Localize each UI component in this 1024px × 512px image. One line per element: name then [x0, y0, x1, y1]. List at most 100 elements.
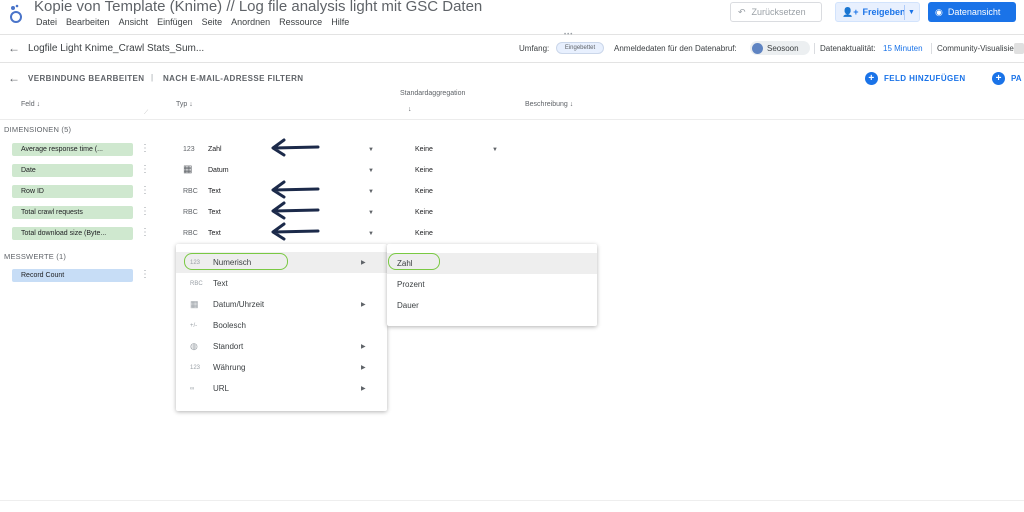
chevron-right-icon: ▶: [361, 365, 366, 371]
column-header-aggregation[interactable]: Standardaggregation: [400, 90, 465, 97]
dropdown-arrow-icon[interactable]: ▼: [368, 168, 374, 174]
share-button[interactable]: 👤+ Freigeben ▼: [835, 2, 920, 22]
scope-value: Eingebettet: [564, 45, 596, 51]
back-arrow-icon[interactable]: ←: [8, 71, 20, 85]
menu-resource[interactable]: Ressource: [279, 17, 322, 27]
type-select[interactable]: Text: [208, 209, 221, 216]
type-select[interactable]: Zahl: [208, 146, 222, 153]
aggregation-select[interactable]: Keine: [415, 167, 433, 174]
menu-arrange[interactable]: Anordnen: [231, 17, 270, 27]
sort-arrow-icon[interactable]: ↓: [408, 106, 412, 113]
menu-item-label: Währung: [213, 363, 246, 372]
highlight-oval: [388, 253, 440, 270]
add-parameter-button[interactable]: + PA: [992, 72, 1022, 85]
scope-label: Umfang:: [519, 44, 550, 53]
column-header-field[interactable]: Feld ↓: [21, 101, 40, 108]
eye-icon: ◉: [935, 6, 943, 17]
menu-insert[interactable]: Einfügen: [157, 17, 193, 27]
document-title[interactable]: Kopie von Template (Knime) // Log file a…: [34, 0, 482, 15]
column-label: Beschreibung: [525, 101, 568, 108]
email-filter-button[interactable]: NACH E-MAIL-ADRESSE FILTERN: [163, 74, 303, 83]
submenu-item-percent[interactable]: Prozent: [387, 274, 597, 295]
aggregation-select[interactable]: Keine: [415, 188, 433, 195]
column-label: Standardaggregation: [400, 90, 466, 97]
undo-icon: ↶: [738, 6, 746, 17]
sort-arrow-icon: ↓: [569, 101, 574, 108]
data-source-name[interactable]: Logfile Light Knime_Crawl Stats_Sum...: [28, 43, 204, 54]
sort-arrow-icon: ↓: [189, 101, 193, 108]
menu-edit[interactable]: Bearbeiten: [66, 17, 110, 27]
more-vert-icon[interactable]: ⋮: [140, 228, 150, 238]
type-select[interactable]: Text: [208, 230, 221, 237]
menu-item-label: Standort: [213, 342, 244, 351]
reset-button[interactable]: ↶ Zurücksetzen: [730, 2, 822, 22]
dimension-chip[interactable]: Average response time (...: [12, 143, 133, 156]
annotation-arrow-icon: [271, 138, 320, 157]
menu-view[interactable]: Ansicht: [119, 17, 149, 27]
aggregation-select[interactable]: Keine: [415, 209, 433, 216]
menu-item-location[interactable]: ◍ Standort ▶: [176, 336, 387, 357]
more-vert-icon[interactable]: ⋮: [140, 270, 150, 280]
separator: |: [151, 73, 154, 82]
menu-item-label: Datum/Uhrzeit: [213, 300, 265, 309]
column-header-description[interactable]: Beschreibung ↓: [525, 101, 573, 108]
dimension-chip[interactable]: Total download size (Byte...: [12, 227, 133, 240]
dropdown-arrow-icon[interactable]: ▼: [368, 189, 374, 195]
dropdown-arrow-icon[interactable]: ▼: [368, 147, 374, 153]
back-arrow-icon[interactable]: ←: [8, 41, 20, 55]
looker-studio-logo-icon[interactable]: [8, 4, 24, 24]
menu-item-url[interactable]: ∞ URL ▶: [176, 378, 387, 399]
more-vert-icon[interactable]: ⋮: [140, 144, 150, 154]
menu-page[interactable]: Seite: [202, 17, 223, 27]
metric-chip[interactable]: Record Count: [12, 269, 133, 282]
dropdown-arrow-icon[interactable]: ▼: [368, 231, 374, 237]
scope-chip[interactable]: Eingebettet: [556, 42, 604, 54]
add-field-button[interactable]: + FELD HINZUFÜGEN: [865, 72, 966, 85]
add-person-icon: 👤+: [842, 6, 859, 17]
chevron-right-icon: ▶: [361, 302, 366, 308]
view-data-button[interactable]: ◉ Datenansicht: [928, 2, 1016, 22]
collapse-handle-icon[interactable]: •••: [564, 32, 573, 38]
edit-connection-button[interactable]: VERBINDUNG BEARBEITEN: [28, 74, 144, 83]
share-dropdown-icon[interactable]: ▼: [908, 9, 915, 16]
currency-icon: 123: [190, 364, 201, 371]
menu-file[interactable]: Datei: [36, 17, 57, 27]
credentials-chip[interactable]: Seosoon: [750, 41, 810, 55]
menu-item-boolean[interactable]: +/- Boolesch: [176, 315, 387, 336]
aggregation-select[interactable]: Keine: [415, 146, 433, 153]
submenu-item-duration[interactable]: Dauer: [387, 295, 597, 316]
view-label: Datenansicht: [947, 7, 1001, 17]
aggregation-select[interactable]: Keine: [415, 230, 433, 237]
annotation-arrow-icon: [271, 201, 320, 220]
menu-item-label: Text: [213, 279, 228, 288]
dimension-chip[interactable]: Row ID: [12, 185, 133, 198]
dropdown-arrow-icon[interactable]: ▼: [492, 147, 498, 153]
share-divider: [904, 5, 905, 20]
menu-item-label: Boolesch: [213, 321, 246, 330]
sort-arrow-icon: ↓: [36, 101, 41, 108]
more-vert-icon[interactable]: ⋮: [140, 186, 150, 196]
type-select[interactable]: Text: [208, 188, 221, 195]
type-select[interactable]: Datum: [208, 167, 229, 174]
plus-icon: +: [992, 72, 1005, 85]
column-header-type[interactable]: Typ ↓: [176, 101, 193, 108]
community-toggle[interactable]: [1014, 43, 1024, 54]
more-vert-icon[interactable]: ⋮: [140, 207, 150, 217]
dimension-chip[interactable]: Date: [12, 164, 133, 177]
dimension-chip[interactable]: Total crawl requests: [12, 206, 133, 219]
text-type-icon: RBC: [190, 280, 203, 287]
column-label: Feld: [21, 101, 35, 108]
dimensions-section-label: DIMENSIONEN (5): [4, 125, 72, 134]
menu-item-currency[interactable]: 123 Währung ▶: [176, 357, 387, 378]
freshness-link[interactable]: 15 Minuten: [883, 44, 923, 53]
divider: [0, 34, 1024, 35]
dropdown-arrow-icon[interactable]: ▼: [368, 210, 374, 216]
menu-item-text[interactable]: RBC Text: [176, 273, 387, 294]
resize-handle-icon[interactable]: ⟋: [144, 110, 148, 117]
menu-help[interactable]: Hilfe: [331, 17, 349, 27]
more-vert-icon[interactable]: ⋮: [140, 165, 150, 175]
calendar-icon: ▦: [183, 164, 193, 175]
menu-item-datetime[interactable]: ▦ Datum/Uhrzeit ▶: [176, 294, 387, 315]
number-type-icon: 123: [183, 146, 195, 153]
annotation-arrow-icon: [271, 180, 320, 199]
